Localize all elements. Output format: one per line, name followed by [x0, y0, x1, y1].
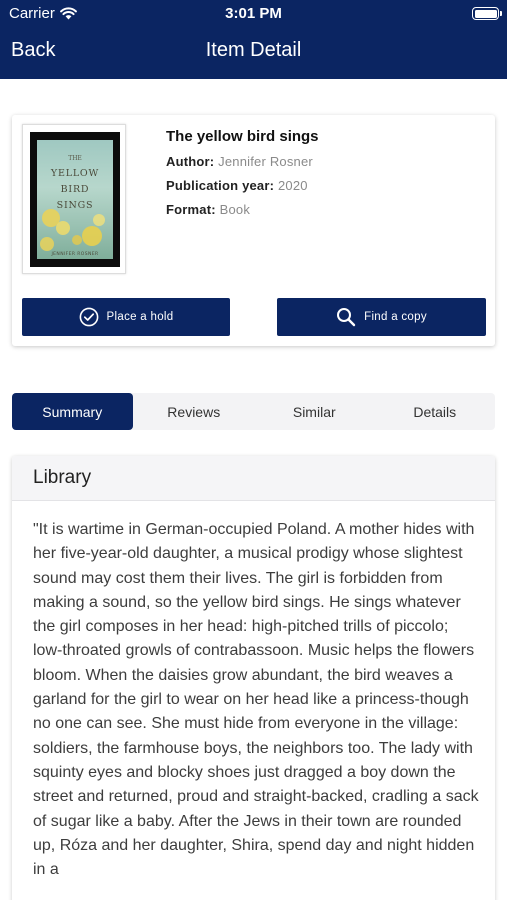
- book-cover-image: THE YELLOW BIRD SINGS JENNIFER ROSNER: [30, 132, 120, 267]
- item-title: The yellow bird sings: [166, 128, 319, 145]
- format-row: Format: Book: [166, 202, 486, 217]
- author-row: Author: Jennifer Rosner: [166, 154, 486, 169]
- find-copy-label: Find a copy: [364, 311, 427, 323]
- tab-similar[interactable]: Similar: [254, 393, 375, 430]
- summary-text: "It is wartime in German-occupied Poland…: [33, 521, 479, 879]
- check-circle-icon: [79, 307, 98, 327]
- place-hold-label: Place a hold: [106, 311, 174, 323]
- item-card: THE YELLOW BIRD SINGS JENNIFER ROSNER Th…: [12, 115, 495, 346]
- cover-title-line-2: YELLOW: [50, 168, 99, 179]
- cover-title-line-1: THE: [68, 155, 82, 162]
- clock: 3:01 PM: [225, 5, 282, 22]
- author-label: Author:: [166, 154, 215, 169]
- navigation-bar: Carrier 3:01 PM Back Item Detail: [0, 0, 507, 79]
- item-info: The yellow bird sings Author: Jennifer R…: [166, 128, 486, 226]
- year-value: 2020: [277, 178, 308, 193]
- author-value: Jennifer Rosner: [218, 154, 313, 169]
- book-cover: THE YELLOW BIRD SINGS JENNIFER ROSNER: [22, 124, 126, 274]
- cover-artwork: THE YELLOW BIRD SINGS JENNIFER ROSNER: [40, 155, 105, 257]
- battery-icon: [472, 7, 502, 20]
- tab-details[interactable]: Details: [375, 393, 496, 430]
- place-hold-button[interactable]: Place a hold: [22, 298, 230, 336]
- library-panel: Library "It is wartime in German-occupie…: [12, 456, 495, 900]
- format-value: Book: [219, 202, 251, 217]
- tab-summary[interactable]: Summary: [12, 393, 133, 430]
- page-title: Item Detail: [205, 39, 302, 61]
- format-label: Format:: [166, 202, 216, 217]
- status-bar: Carrier 3:01 PM: [0, 5, 507, 25]
- detail-tabs: Summary Reviews Similar Details: [12, 393, 495, 430]
- tab-reviews[interactable]: Reviews: [134, 393, 255, 430]
- cover-title-line-4: SINGS: [57, 200, 94, 211]
- book-cover-art: THE YELLOW BIRD SINGS JENNIFER ROSNER: [37, 140, 113, 259]
- year-row: Publication year: 2020: [166, 178, 486, 193]
- cover-author: JENNIFER ROSNER: [50, 251, 98, 257]
- year-label: Publication year:: [166, 178, 275, 193]
- find-copy-button[interactable]: Find a copy: [277, 298, 486, 336]
- panel-heading: Library: [12, 456, 495, 501]
- back-button[interactable]: Back: [11, 39, 55, 62]
- search-icon: [337, 308, 356, 327]
- cover-title-line-3: BIRD: [61, 184, 90, 195]
